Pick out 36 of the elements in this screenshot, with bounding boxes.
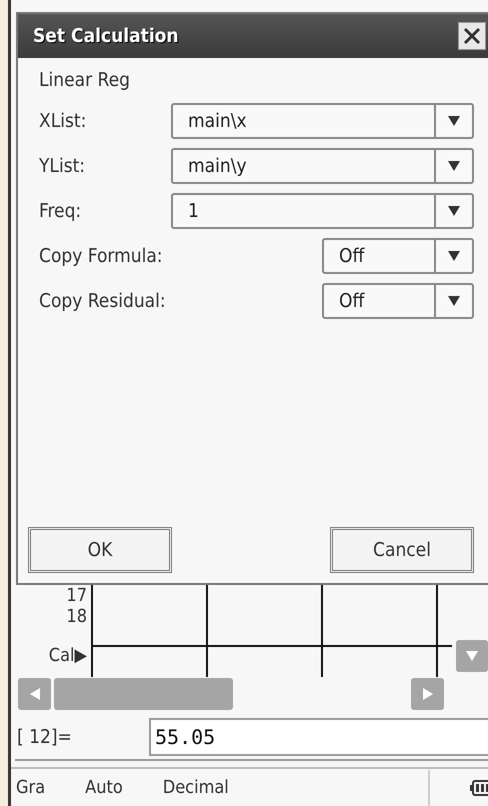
row-number: 18 [66, 606, 87, 627]
left-arrow-icon [30, 688, 40, 700]
calc-row-label[interactable]: Cal▶ [48, 645, 87, 666]
field-label: YList: [39, 154, 86, 176]
scroll-down-button[interactable] [456, 640, 488, 672]
entry-field[interactable]: 55.05 [149, 718, 488, 756]
status-item[interactable]: Auto [85, 777, 123, 798]
scroll-left-button[interactable] [18, 678, 51, 710]
dialog-button[interactable]: OK [28, 527, 172, 573]
dropdown-arrow-icon [448, 296, 460, 306]
dialog-title: Set Calculation [33, 25, 179, 47]
field-label: Copy Residual: [39, 290, 167, 312]
row-number: 17 [66, 585, 87, 606]
dropdown-arrow-icon [448, 206, 460, 216]
scrollbar-thumb[interactable] [54, 678, 233, 710]
dropdown[interactable]: Off [322, 238, 474, 274]
status-item[interactable]: Decimal [162, 777, 229, 798]
dropdown-arrow-icon [448, 160, 460, 170]
dropdown[interactable]: main\y [171, 148, 474, 184]
dropdown[interactable]: 1 [171, 192, 474, 228]
right-arrow-icon [422, 688, 432, 700]
dropdown[interactable]: Off [322, 282, 474, 318]
field-label: Freq: [39, 200, 82, 222]
dropdown[interactable]: main\x [171, 102, 474, 138]
field-label: Copy Formula: [39, 244, 164, 266]
scroll-right-button[interactable] [411, 678, 444, 710]
calculation-type: Linear Reg [39, 68, 131, 93]
field-label: XList: [39, 110, 88, 132]
dropdown-arrow-icon [448, 250, 460, 260]
cell-reference: [ 12]= [16, 726, 73, 748]
dialog-button[interactable]: Cancel [330, 527, 474, 573]
dropdown-arrow-icon [448, 116, 460, 126]
down-arrow-icon [466, 651, 478, 661]
close-button[interactable] [458, 22, 486, 50]
status-item[interactable]: Gra [16, 777, 46, 798]
close-icon [463, 27, 481, 45]
